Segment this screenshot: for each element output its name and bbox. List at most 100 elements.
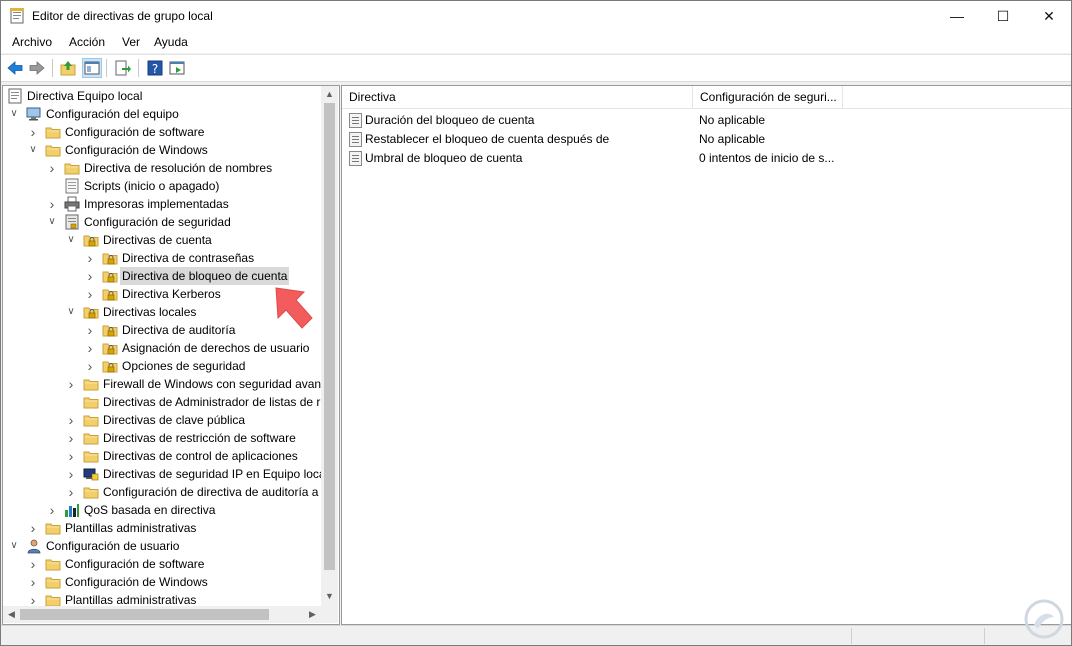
scroll-down-icon[interactable]: ▼ [321, 591, 338, 601]
tree-vertical-scroll-thumb[interactable] [324, 103, 335, 570]
chevron-right-icon[interactable]: › [28, 519, 38, 537]
tree-item[interactable]: › Directiva de resolución de nombres [3, 159, 321, 177]
scripts-icon [64, 178, 80, 194]
chevron-down-icon[interactable]: ∨ [47, 213, 57, 231]
list-item[interactable]: Umbral de bloqueo de cuenta 0 intentos de… [342, 149, 1071, 168]
tree-item-label: Asignación de derechos de usuario [122, 341, 310, 355]
chevron-down-icon[interactable]: ∨ [66, 231, 76, 249]
svg-text:?: ? [152, 62, 158, 76]
menu-ayuda[interactable]: Ayuda [154, 35, 188, 49]
chevron-right-icon[interactable]: › [85, 339, 95, 357]
tree-item[interactable]: › Directivas de clave pública [3, 411, 321, 429]
tree-item[interactable]: Directiva Equipo local [3, 87, 321, 105]
export-list-icon[interactable] [114, 59, 132, 77]
tree-item[interactable]: › Directivas de seguridad IP en Equipo lo… [3, 465, 326, 483]
chevron-right-icon[interactable]: › [85, 267, 95, 285]
tree-item-label: Directivas locales [103, 305, 197, 319]
tree-item-label: Directivas de cuenta [103, 233, 212, 247]
list-item[interactable]: Duración del bloqueo de cuenta No aplicab… [342, 111, 1071, 130]
list-item[interactable]: Restablecer el bloqueo de cuenta después… [342, 130, 1071, 149]
tree-item-label: Plantillas administrativas [65, 521, 197, 535]
scroll-up-icon[interactable]: ▲ [321, 89, 338, 99]
maximize-button[interactable]: ☐ [980, 1, 1026, 31]
chevron-right-icon[interactable]: › [28, 555, 38, 573]
tree-item[interactable]: › Impresoras implementadas [3, 195, 321, 213]
tree-item[interactable]: ∨ Configuración de usuario [3, 537, 321, 555]
folder-icon [83, 430, 99, 446]
tree-item[interactable]: › Configuración de software [3, 123, 321, 141]
chevron-right-icon[interactable]: › [28, 123, 38, 141]
chevron-down-icon[interactable]: ∨ [28, 141, 38, 159]
menu-archivo[interactable]: Archivo [12, 35, 52, 49]
tree-item[interactable]: › Asignación de derechos de usuario [3, 339, 321, 357]
tree-item[interactable]: › Opciones de seguridad [3, 357, 321, 375]
tree-item[interactable]: ∨ Configuración de seguridad [3, 213, 321, 231]
chevron-right-icon[interactable]: › [85, 285, 95, 303]
tree-horizontal-scroll-thumb[interactable] [20, 609, 269, 620]
menu-accion[interactable]: Acción [69, 35, 105, 49]
tree-item[interactable]: ∨ Configuración de Windows [3, 141, 321, 159]
chevron-right-icon[interactable]: › [85, 357, 95, 375]
show-hide-tree-icon[interactable] [82, 58, 102, 78]
tree-item[interactable]: › Configuración de Windows [3, 573, 321, 591]
user-icon [26, 538, 42, 554]
chevron-right-icon[interactable]: › [47, 159, 57, 177]
folder-icon [45, 520, 61, 536]
tree-item[interactable]: › Configuración de directiva de auditoría… [3, 483, 321, 501]
properties-view-icon[interactable] [168, 59, 186, 77]
scroll-right-icon[interactable]: ▶ [304, 609, 321, 620]
chevron-down-icon[interactable]: ∨ [9, 537, 19, 555]
chevron-right-icon[interactable]: › [66, 429, 76, 447]
status-separator [984, 628, 985, 644]
up-folder-icon[interactable] [59, 59, 77, 77]
menu-ver[interactable]: Ver [122, 35, 140, 49]
tree-item[interactable]: › Directivas de control de aplicaciones [3, 447, 321, 465]
forward-arrow-icon[interactable] [28, 59, 46, 77]
chevron-right-icon[interactable]: › [66, 375, 76, 393]
tree-item-label: Directiva Kerberos [122, 287, 221, 301]
tree-item-label: Directivas de seguridad IP en Equipo loc… [103, 467, 326, 481]
tree-item-label: Directivas de restricción de software [103, 431, 296, 445]
tree-item[interactable]: › QoS basada en directiva [3, 501, 321, 519]
tree-item[interactable]: › Configuración de software [3, 555, 321, 573]
tree-item[interactable]: Directivas de Administrador de listas de… [3, 393, 321, 411]
minimize-button[interactable]: — [934, 1, 980, 31]
back-arrow-icon[interactable] [6, 59, 24, 77]
tree-item[interactable]: Scripts (inicio o apagado) [3, 177, 321, 195]
tree-item-label: Impresoras implementadas [84, 197, 229, 211]
chevron-right-icon[interactable]: › [66, 447, 76, 465]
status-bar [1, 625, 1071, 645]
tree-item[interactable]: › Firewall de Windows con seguridad avanz [3, 375, 327, 393]
tree-item[interactable]: ∨ Configuración del equipo [3, 105, 321, 123]
close-button[interactable]: ✕ [1026, 1, 1071, 31]
tree-item-label: Directiva de resolución de nombres [84, 161, 273, 175]
tree-horizontal-scrollbar[interactable]: ◀ ▶ [3, 606, 321, 623]
tree-vertical-scrollbar[interactable]: ▲ ▼ [321, 86, 338, 606]
details-pane: Directiva Configuración de seguri... ⌃ D… [341, 85, 1071, 625]
tree-item-label: Directivas de control de aplicaciones [103, 449, 298, 463]
chevron-right-icon[interactable]: › [47, 501, 57, 519]
tree-item[interactable]: ∨ Directivas de cuenta [3, 231, 321, 249]
tree-item-label: Directivas de Administrador de listas de… [103, 395, 321, 409]
chevron-right-icon[interactable]: › [85, 321, 95, 339]
chevron-right-icon[interactable]: › [47, 195, 57, 213]
help-icon[interactable]: ? [146, 59, 164, 77]
chevron-right-icon[interactable]: › [28, 573, 38, 591]
folder-icon [83, 484, 99, 500]
tree-item[interactable]: › Plantillas administrativas [3, 519, 321, 537]
chevron-right-icon[interactable]: › [66, 483, 76, 501]
printer-icon [64, 196, 80, 212]
chevron-down-icon[interactable]: ∨ [66, 303, 76, 321]
tree-item[interactable]: › Directiva de contraseñas [3, 249, 321, 267]
chevron-right-icon[interactable]: › [85, 249, 95, 267]
chevron-right-icon[interactable]: › [66, 411, 76, 429]
chevron-right-icon[interactable]: › [66, 465, 76, 483]
tree-item[interactable]: › Directivas de restricción de software [3, 429, 321, 447]
scroll-left-icon[interactable]: ◀ [3, 609, 20, 620]
locked-folder-icon [102, 340, 118, 356]
tree-item-label: Configuración de directiva de auditoría … [103, 485, 319, 499]
chevron-down-icon[interactable]: ∨ [9, 105, 19, 123]
tree-pane: Directiva Equipo local ∨ Configuración del… [2, 85, 340, 625]
locked-folder-icon [83, 304, 99, 320]
column-header-configuracion[interactable]: Configuración de seguri... [693, 86, 843, 108]
